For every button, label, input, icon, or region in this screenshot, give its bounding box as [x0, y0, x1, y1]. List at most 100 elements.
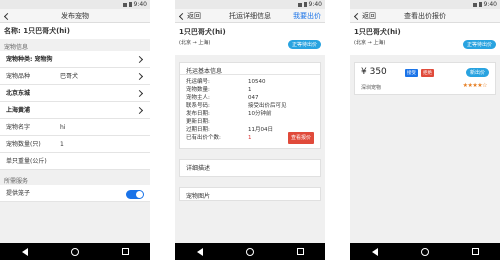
system-recent-icon[interactable]: [296, 248, 304, 255]
info-key: 托运编号:: [186, 79, 210, 85]
info-key: 发布日期:: [186, 111, 210, 117]
item-title: 1只巴哥犬(hi): [354, 28, 401, 36]
status-bar: 9:40: [350, 0, 500, 9]
signal-icon: [297, 2, 302, 7]
nav-bar: 返回 查看出价报价: [350, 9, 500, 23]
info-card-header: 托运基本信息: [180, 63, 320, 75]
info-value: 11月04日: [248, 127, 273, 133]
info-key: 更新日期:: [186, 119, 210, 125]
nav-bar: 发布宠物: [0, 9, 150, 23]
system-home-icon[interactable]: [70, 247, 79, 256]
row-label: 宠物名字: [6, 124, 31, 131]
bidder-name: 深圳宠物: [361, 85, 382, 91]
basic-info-card: 托运基本信息 托运编号: 10540 宠物数量: 1 宠物主人: 047 联系号码: 接受出价…: [179, 62, 321, 149]
chevron-right-icon: [135, 106, 144, 115]
system-home-icon[interactable]: [245, 247, 254, 256]
info-line: 托运编号: 10540: [186, 78, 314, 86]
item-header: 1只巴哥犬(hi) (北京 → 上海) 正等待出价: [175, 23, 325, 55]
item-title: 1只巴哥犬(hi): [179, 28, 226, 36]
info-line: 联系号码: 接受出价后可见: [186, 102, 314, 110]
reject-bid-button[interactable]: 拒绝: [421, 69, 434, 77]
info-value: 10540: [248, 79, 266, 85]
info-value: 接受出价后可见: [248, 103, 287, 109]
signal-icon: [122, 2, 127, 7]
description-header: 详细描述: [186, 165, 211, 172]
pet-info-row[interactable]: 宠物种类: 宠物狗: [0, 51, 150, 68]
info-line: 发布日期: 10分钟前: [186, 110, 314, 118]
new-bid-badge: 新出价: [465, 68, 489, 77]
battery-icon: [478, 2, 482, 7]
status-bar: 9:40: [0, 0, 150, 9]
info-value: 1: [248, 87, 252, 93]
bid-card: ¥ 350 接受 拒绝 新出价 深圳宠物 ★★★★☆: [354, 62, 496, 95]
row-label: 上海黄浦: [6, 107, 31, 114]
chevron-right-icon: [135, 55, 144, 64]
row-label: 北京东城: [6, 90, 31, 97]
page-title: 发布宠物: [61, 12, 89, 20]
rating-stars: ★★★★☆: [462, 82, 488, 89]
system-nav-bar: [175, 243, 325, 260]
info-line: 宠物主人: 047: [186, 94, 314, 102]
cage-toggle[interactable]: [126, 190, 144, 199]
row-label: 宠物种类: 宠物狗: [6, 56, 53, 63]
row-value: 巴哥犬: [60, 73, 79, 80]
status-badge: 正等待出价: [287, 40, 321, 49]
status-time: 9:40: [483, 1, 497, 8]
signal-icon: [472, 2, 477, 7]
item-header: 1只巴哥犬(hi) (北京 → 上海) 正等待出价: [350, 23, 500, 55]
pet-info-row: 宠物数量(只) 1: [0, 136, 150, 153]
photos-header: 宠物图片: [186, 193, 211, 200]
pet-info-row[interactable]: 北京东城: [0, 85, 150, 102]
row-value[interactable]: 1: [60, 136, 64, 153]
info-value: 1: [248, 135, 252, 141]
pet-name-line: 名称: 1只巴哥犬(hi): [0, 23, 150, 39]
pet-info-row: 单只重量(公斤): [0, 153, 150, 170]
status-time: 9:40: [133, 1, 147, 8]
info-key: 已有出价个数:: [186, 135, 221, 141]
status-time: 9:40: [308, 1, 322, 8]
row-label: 宠物品种: [6, 73, 31, 80]
place-bid-link[interactable]: 我要出价: [293, 9, 321, 23]
system-home-icon[interactable]: [420, 247, 429, 256]
pet-info-row: 宠物名字 hi: [0, 119, 150, 136]
info-key: 宠物主人:: [186, 95, 210, 101]
info-value: 047: [248, 95, 259, 101]
chevron-right-icon: [135, 89, 144, 98]
system-back-icon[interactable]: [371, 247, 378, 256]
view-bids-button[interactable]: 查看报价: [287, 132, 314, 144]
row-label: 宠物数量(只): [6, 141, 41, 148]
service-row-cage: 提供笼子: [0, 185, 150, 202]
system-back-icon[interactable]: [196, 247, 203, 256]
row-value[interactable]: hi: [60, 119, 65, 136]
section-services: 所需服务: [4, 178, 29, 185]
nav-bar: 返回 托运详细信息 我要出价: [175, 9, 325, 23]
system-nav-bar: [350, 243, 500, 260]
system-recent-icon[interactable]: [121, 248, 129, 255]
system-back-icon[interactable]: [21, 247, 28, 256]
publish-pet-screen: 9:40 发布宠物 名称: 1只巴哥犬(hi) 宠物信息 宠物种类: 宠物狗 宠物…: [0, 0, 150, 260]
pet-info-row[interactable]: 上海黄浦: [0, 102, 150, 119]
info-list: 托运编号: 10540 宠物数量: 1 宠物主人: 047 联系号码: 接受出价后可见 发布日期…: [180, 75, 320, 148]
info-key: 联系号码:: [186, 103, 210, 109]
battery-icon: [303, 2, 307, 7]
chevron-right-icon: [135, 72, 144, 81]
battery-icon: [128, 2, 132, 7]
status-bar: 9:40: [175, 0, 325, 9]
row-label: 单只重量(公斤): [6, 158, 47, 165]
accept-bid-button[interactable]: 接受: [405, 69, 418, 77]
system-recent-icon[interactable]: [471, 248, 479, 255]
shipment-detail-screen: 9:40 返回 托运详细信息 我要出价 1只巴哥犬(hi) (北京 → 上海) …: [175, 0, 325, 260]
service-label: 提供笼子: [6, 190, 31, 197]
status-badge: 正等待出价: [462, 40, 496, 49]
pet-info-list: 宠物种类: 宠物狗 宠物品种 巴哥犬北京东城上海黄浦宠物名字 hi 宠物数量(只) 1 单只…: [0, 51, 150, 170]
info-line: 更新日期:: [186, 118, 314, 126]
info-line: 宠物数量: 1: [186, 86, 314, 94]
system-nav-bar: [0, 243, 150, 260]
bid-price: ¥ 350: [361, 67, 387, 77]
info-key: 宠物数量:: [186, 87, 210, 93]
info-value: 10分钟前: [248, 111, 272, 117]
photos-box: 宠物图片: [179, 187, 321, 201]
page-title: 查看出价报价: [404, 12, 446, 20]
pet-info-row[interactable]: 宠物品种 巴哥犬: [0, 68, 150, 85]
description-box: 详细描述: [179, 159, 321, 177]
